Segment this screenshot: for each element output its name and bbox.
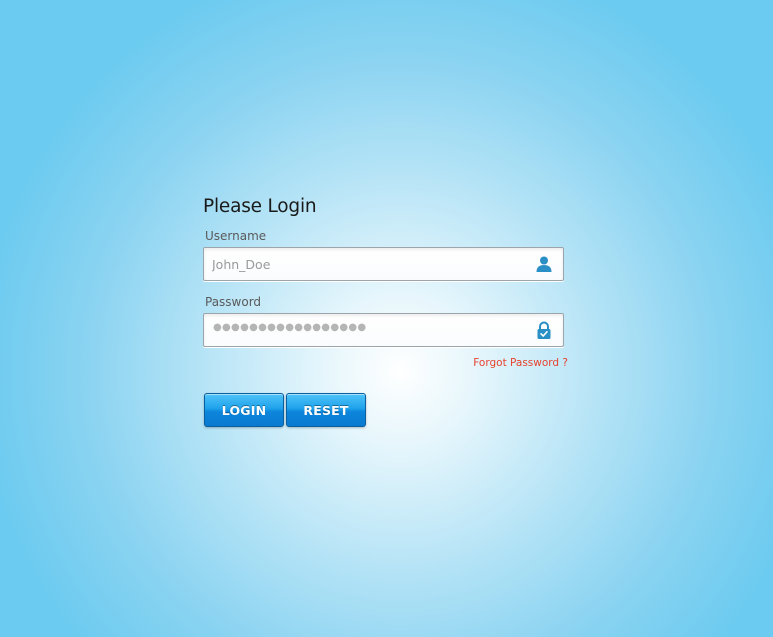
password-masked-value[interactable]: ●●●●●●●●●●●●●●●●● xyxy=(213,322,366,333)
user-icon xyxy=(536,256,552,272)
username-input[interactable] xyxy=(204,248,524,280)
forgot-password-link[interactable]: Forgot Password ? xyxy=(473,357,568,369)
password-field[interactable]: ●●●●●●●●●●●●●●●●● xyxy=(203,313,564,347)
password-label: Password xyxy=(205,295,262,309)
page-title: Please Login xyxy=(203,196,317,217)
login-button[interactable]: LOGIN xyxy=(204,393,284,427)
username-label: Username xyxy=(205,229,267,243)
username-field[interactable] xyxy=(203,247,564,281)
lock-icon xyxy=(537,321,551,339)
reset-button[interactable]: RESET xyxy=(286,393,366,427)
